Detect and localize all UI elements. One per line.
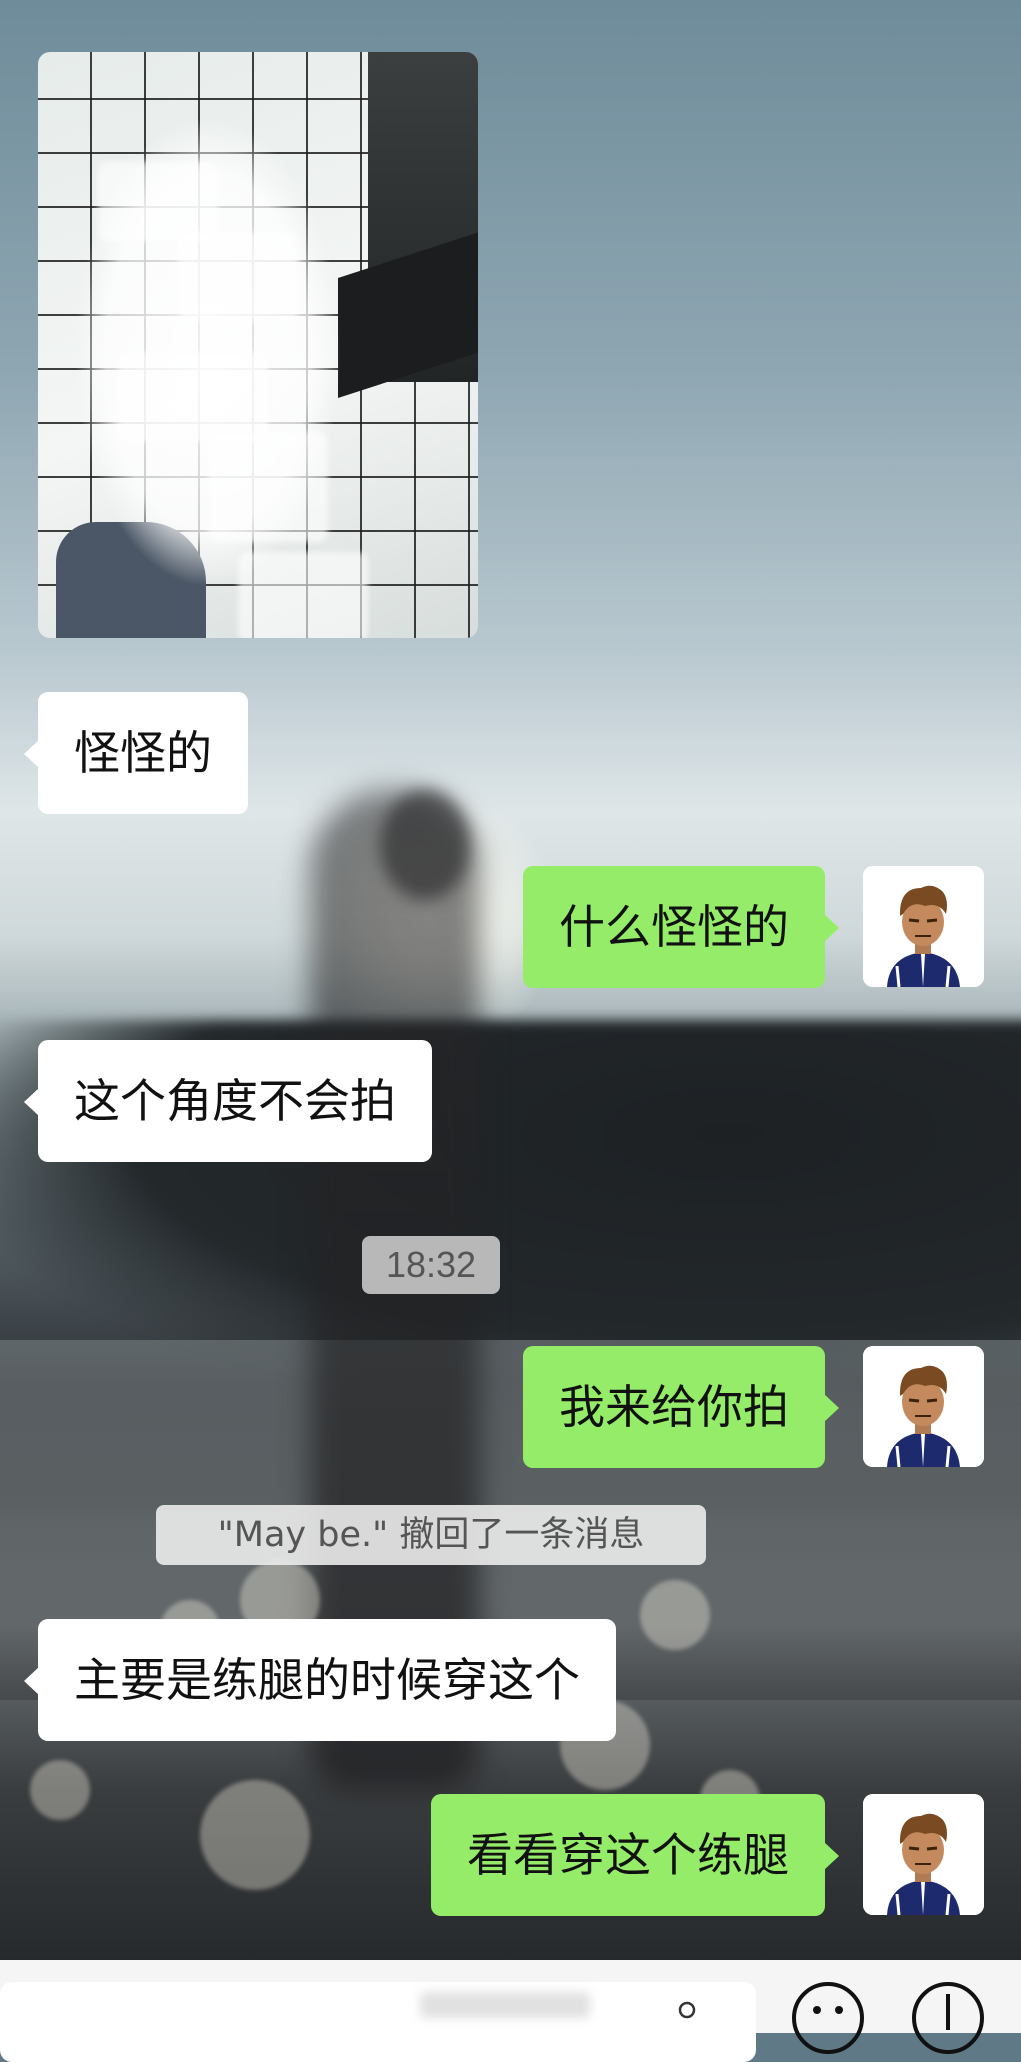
mosaic-block <box>238 552 368 638</box>
message-text: 看看穿这个练腿 <box>467 1828 789 1882</box>
recall-notice: "May be." 撤回了一条消息 <box>156 1505 706 1565</box>
sent-message-bubble[interactable]: 什么怪怪的 <box>523 866 839 988</box>
mosaic-block <box>178 232 298 322</box>
image-message[interactable] <box>38 52 478 638</box>
smiley-icon[interactable] <box>790 1980 866 2056</box>
user-avatar[interactable] <box>863 866 984 987</box>
received-message-bubble[interactable]: 这个角度不会拍 <box>24 1040 432 1162</box>
microphone-icon[interactable] <box>676 2000 698 2022</box>
message-text: 我来给你拍 <box>559 1380 789 1434</box>
message-input[interactable] <box>0 1982 756 2062</box>
mosaic-block <box>208 432 328 542</box>
avatar-cartoon-icon <box>863 1794 984 1915</box>
blurred-draft-text <box>420 1992 590 2018</box>
timestamp-chip: 18:32 <box>362 1236 500 1294</box>
mosaic-block <box>118 352 268 442</box>
received-message-bubble[interactable]: 主要是练腿的时候穿这个 <box>24 1619 616 1741</box>
message-text: 怪怪的 <box>74 726 212 780</box>
message-text: 主要是练腿的时候穿这个 <box>74 1653 580 1707</box>
avatar-cartoon-icon <box>863 866 984 987</box>
user-avatar[interactable] <box>863 1346 984 1467</box>
sent-message-bubble[interactable]: 我来给你拍 <box>523 1346 839 1468</box>
avatar-cartoon-icon <box>863 1346 984 1467</box>
user-avatar[interactable] <box>863 1794 984 1915</box>
message-text: 什么怪怪的 <box>559 900 789 954</box>
chat-history[interactable]: 怪怪的 什么怪怪的 这个角度不会拍 18:32 我来给你拍 "May be." … <box>0 0 1021 1960</box>
received-message-bubble[interactable]: 怪怪的 <box>24 692 248 814</box>
mosaic-block <box>98 162 218 242</box>
plus-circle-icon[interactable] <box>910 1980 986 2056</box>
photo-mosaic-overlay <box>38 52 478 638</box>
input-bar <box>0 1960 1021 2062</box>
message-text: 这个角度不会拍 <box>74 1074 396 1128</box>
sent-message-bubble[interactable]: 看看穿这个练腿 <box>431 1794 839 1916</box>
